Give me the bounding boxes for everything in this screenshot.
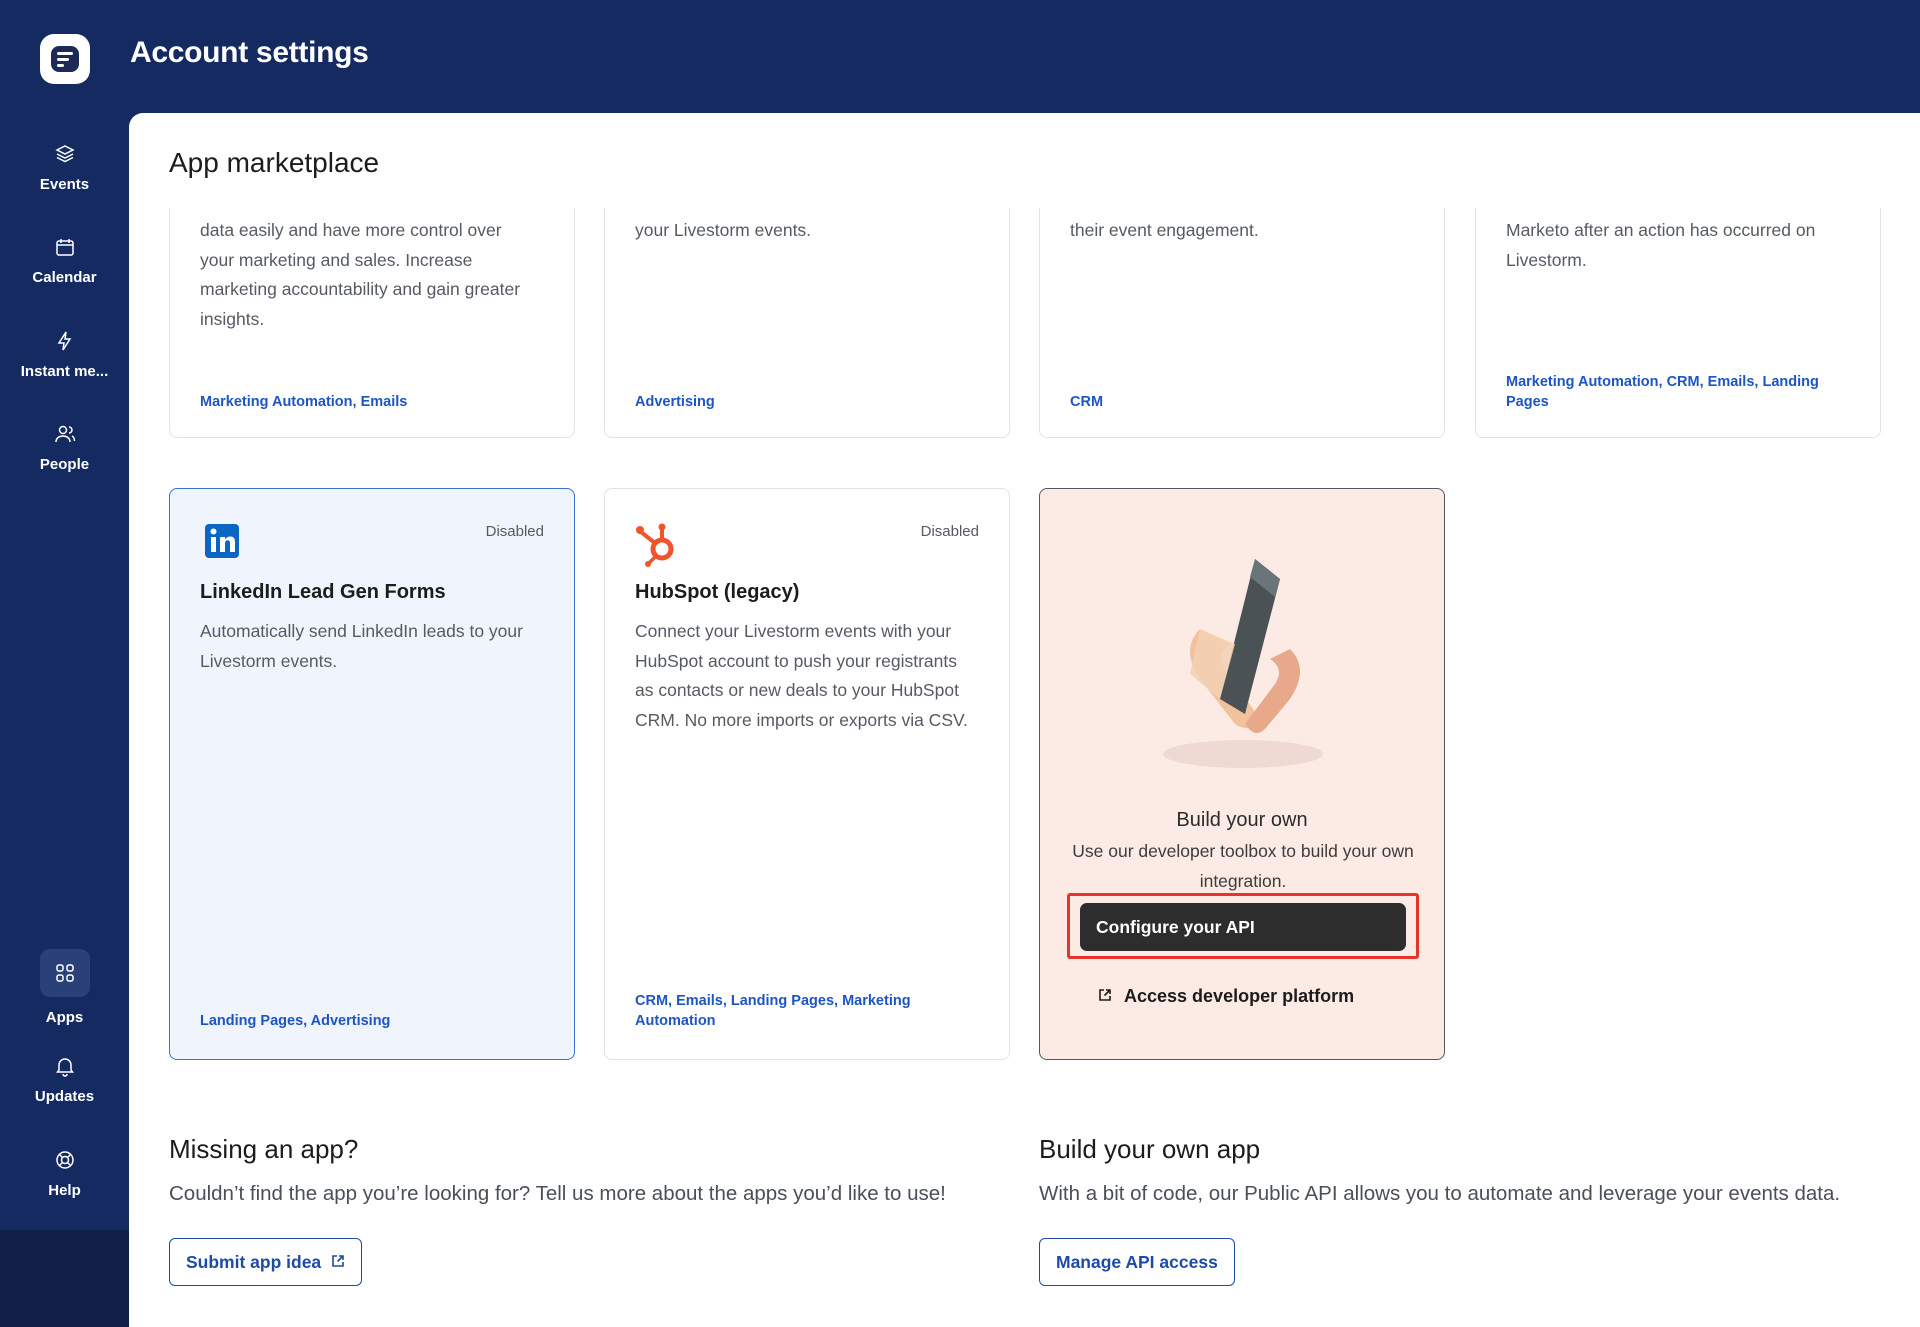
manage-api-access-button[interactable]: Manage API access: [1039, 1238, 1235, 1286]
lightning-icon: [53, 329, 77, 353]
sidebar-item-calendar[interactable]: Calendar: [0, 235, 129, 286]
missing-app-title: Missing an app?: [169, 1134, 359, 1164]
app-card[interactable]: their event engagement. CRM: [1039, 208, 1445, 438]
logo-icon: [51, 46, 79, 72]
sidebar-item-label: People: [39, 456, 90, 473]
sidebar: Events Calendar Instant me... People App…: [0, 0, 129, 1230]
sidebar-item-help[interactable]: Help: [0, 1148, 129, 1199]
app-tags: CRM, Emails, Landing Pages, Marketing Au…: [635, 993, 911, 1029]
hubspot-icon: [635, 519, 679, 567]
linkedin-icon: [200, 519, 244, 563]
sidebar-item-label: Updates: [34, 1088, 95, 1105]
sidebar-item-label: Apps: [45, 1009, 84, 1026]
sidebar-item-instant-meetings[interactable]: Instant me...: [0, 329, 129, 380]
app-tags: Marketing Automation, Emails: [200, 394, 408, 410]
layers-icon: [53, 142, 77, 166]
access-developer-platform-link[interactable]: Access developer platform: [1098, 986, 1354, 1007]
app-description: their event engagement.: [1070, 220, 1259, 240]
grid-icon: [53, 961, 77, 985]
build-description: Use our developer toolbox to build your …: [1072, 841, 1414, 891]
build-your-own-card: Build your own Use our developer toolbox…: [1039, 488, 1445, 1060]
submit-app-idea-button[interactable]: Submit app idea: [169, 1238, 363, 1286]
app-description: Marketo after an action has occurred on …: [1506, 220, 1816, 270]
app-card[interactable]: your Livestorm events. Advertising: [604, 208, 1010, 438]
sidebar-item-apps[interactable]: Apps: [0, 949, 129, 1026]
sidebar-item-label: Events: [39, 176, 90, 193]
app-card[interactable]: Marketo after an action has occurred on …: [1475, 208, 1881, 438]
app-description: Connect your Livestorm events with your …: [635, 621, 968, 730]
app-card-linkedin[interactable]: Disabled LinkedIn Lead Gen Forms Automat…: [169, 488, 575, 1060]
app-card-hubspot[interactable]: Disabled HubSpot (legacy) Connect your L…: [604, 488, 1010, 1060]
sidebar-item-events[interactable]: Events: [0, 142, 129, 193]
app-card[interactable]: data easily and have more control over y…: [169, 208, 575, 438]
main-panel: App marketplace data easily and have mor…: [129, 113, 1920, 1327]
lifebuoy-icon: [53, 1148, 77, 1172]
app-description: your Livestorm events.: [635, 220, 812, 240]
status-label: Disabled: [485, 523, 544, 540]
build-title: Build your own: [1176, 809, 1308, 831]
calendar-icon: [53, 235, 77, 259]
sidebar-item-updates[interactable]: Updates: [0, 1054, 129, 1105]
section-title: App marketplace: [169, 147, 380, 178]
app-tags: Advertising: [635, 394, 715, 410]
sidebar-footer: [0, 1230, 129, 1327]
configure-api-button[interactable]: Configure your API: [1080, 903, 1406, 951]
sidebar-item-label: Help: [48, 1182, 81, 1199]
sidebar-item-label: Instant me...: [20, 363, 109, 380]
app-description: Automatically send LinkedIn leads to you…: [200, 621, 523, 671]
page-title: Account settings: [130, 36, 369, 69]
external-link-icon: [331, 1252, 345, 1273]
app-tags: Landing Pages, Advertising: [200, 1013, 391, 1029]
app-description: data easily and have more control over y…: [200, 220, 521, 329]
app-name: HubSpot (legacy): [635, 581, 800, 603]
developer-illustration: [1140, 559, 1346, 779]
sidebar-item-label: Calendar: [32, 269, 97, 286]
app-name: LinkedIn Lead Gen Forms: [200, 581, 446, 603]
app-tags: CRM: [1070, 394, 1104, 410]
sidebar-item-people[interactable]: People: [0, 422, 129, 473]
app-tags: Marketing Automation, CRM, Emails, Landi…: [1506, 374, 1819, 410]
people-icon: [53, 422, 77, 446]
livestorm-logo[interactable]: [40, 34, 90, 84]
build-app-title: Build your own app: [1039, 1134, 1261, 1164]
build-app-description: With a bit of code, our Public API allow…: [1039, 1182, 1841, 1205]
bell-icon: [53, 1054, 77, 1078]
missing-app-description: Couldn’t find the app you’re looking for…: [169, 1182, 946, 1205]
external-link-icon: [1098, 986, 1112, 1007]
status-label: Disabled: [920, 523, 979, 540]
